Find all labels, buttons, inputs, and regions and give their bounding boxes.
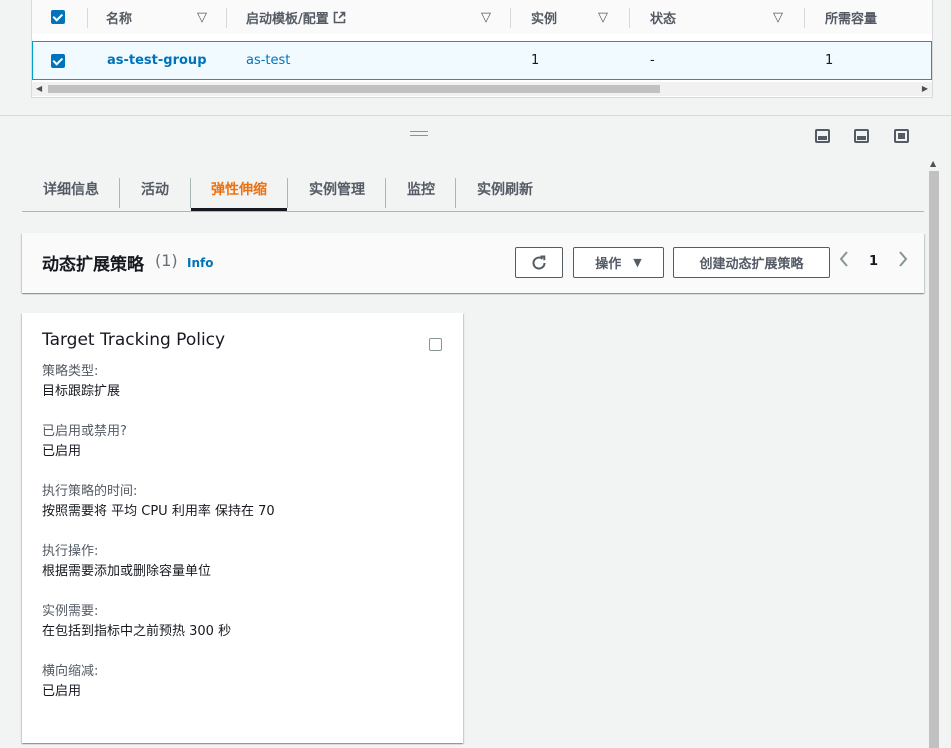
sort-icon[interactable]: ▽ — [773, 0, 783, 34]
tab-instance-management[interactable]: 实例管理 — [309, 166, 365, 211]
sort-icon[interactable]: ▽ — [598, 0, 608, 34]
tab-details[interactable]: 详细信息 — [43, 166, 99, 211]
tab-bar: 详细信息 活动 弹性伸缩 实例管理 监控 实例刷新 — [22, 166, 924, 212]
column-divider[interactable] — [804, 8, 805, 28]
field-value: 根据需要添加或删除容量单位 — [42, 564, 212, 579]
policy-name: Target Tracking Policy — [42, 330, 226, 350]
tab-divider — [287, 178, 288, 208]
resize-handle-icon[interactable] — [410, 131, 428, 136]
auto-scaling-groups-table-area: 名称 ▽ 启动模板/配置 ▽ 实例 ▽ 状态 ▽ 所需容量 as-test-gr… — [0, 0, 951, 115]
column-header-status[interactable]: 状态 — [650, 0, 676, 34]
column-header-label: 实例 — [531, 11, 558, 27]
policy-card: Target Tracking Policy 策略类型: 目标跟踪扩展 已启用或… — [22, 313, 463, 743]
column-header-desired-capacity[interactable]: 所需容量 — [825, 0, 877, 34]
tab-divider — [455, 178, 456, 208]
tab-divider — [190, 178, 191, 208]
column-header-label: 启动模板/配置 — [246, 11, 329, 27]
previous-page-icon[interactable] — [839, 251, 849, 272]
select-all-checkbox[interactable] — [51, 0, 65, 34]
actions-dropdown-button[interactable]: 操作 ▼ — [573, 247, 664, 278]
info-link[interactable]: Info — [187, 256, 213, 270]
desired-capacity-cell: 1 — [825, 53, 834, 68]
policy-select-checkbox[interactable] — [429, 336, 442, 355]
refresh-icon — [532, 255, 546, 270]
checkbox-unchecked-icon — [429, 338, 442, 351]
tab-monitoring[interactable]: 监控 — [407, 166, 435, 211]
column-divider[interactable] — [226, 8, 227, 28]
column-divider[interactable] — [629, 8, 630, 28]
field-instance-warmup: 实例需要: 在包括到指标中之前预热 300 秒 — [42, 602, 231, 642]
actions-label: 操作 — [595, 257, 622, 272]
panel-full-icon[interactable] — [894, 129, 909, 143]
status-cell: - — [650, 53, 655, 68]
scrollbar-thumb[interactable] — [929, 171, 939, 748]
tab-divider — [119, 178, 120, 208]
scroll-right-icon[interactable]: ▶ — [922, 84, 928, 93]
field-execute-when: 执行策略的时间: 按照需要将 平均 CPU 利用率 保持在 70 — [42, 482, 275, 522]
scroll-up-icon[interactable]: ▲ — [930, 159, 936, 168]
panel-bottom-icon[interactable] — [815, 129, 830, 143]
next-page-icon[interactable] — [898, 251, 908, 272]
field-value: 在包括到指标中之前预热 300 秒 — [42, 624, 232, 639]
tab-instance-refresh[interactable]: 实例刷新 — [477, 166, 533, 211]
tab-auto-scaling[interactable]: 弹性伸缩 — [211, 166, 267, 211]
column-header-label: 状态 — [650, 11, 677, 27]
panel-side-icon[interactable] — [854, 129, 869, 143]
column-header-launch-template[interactable]: 启动模板/配置 — [246, 0, 346, 34]
sort-icon[interactable]: ▽ — [481, 0, 491, 34]
field-enabled: 已启用或禁用? 已启用 — [42, 422, 127, 462]
field-label: 已启用或禁用? — [42, 424, 127, 439]
field-policy-type: 策略类型: 目标跟踪扩展 — [42, 362, 120, 402]
refresh-button[interactable] — [515, 247, 563, 278]
field-take-action: 执行操作: 根据需要添加或删除容量单位 — [42, 542, 211, 582]
field-value: 目标跟踪扩展 — [42, 384, 121, 399]
column-header-instances[interactable]: 实例 — [531, 0, 557, 34]
instances-cell: 1 — [531, 53, 540, 68]
split-panel: 详细信息 活动 弹性伸缩 实例管理 监控 实例刷新 动态扩展策略 (1) Inf… — [0, 115, 951, 748]
column-header-name[interactable]: 名称 — [106, 0, 132, 34]
sort-icon[interactable]: ▽ — [197, 0, 207, 34]
field-value: 已启用 — [42, 684, 82, 699]
row-checkbox[interactable] — [51, 42, 65, 79]
launch-template-link[interactable]: as-test — [246, 42, 290, 79]
caret-down-icon: ▼ — [633, 256, 642, 269]
current-page-number[interactable]: 1 — [869, 254, 878, 269]
field-label: 策略类型: — [42, 364, 99, 379]
scroll-left-icon[interactable]: ◀ — [36, 84, 42, 93]
column-divider[interactable] — [510, 8, 511, 28]
field-label: 执行操作: — [42, 544, 99, 559]
field-value: 按照需要将 平均 CPU 利用率 保持在 70 — [42, 504, 275, 519]
checkbox-checked-icon — [51, 10, 65, 24]
policy-count: (1) — [155, 251, 178, 270]
external-link-icon — [333, 11, 346, 23]
field-label: 横向缩减: — [42, 664, 99, 679]
section-title: 动态扩展策略 — [42, 255, 144, 275]
tab-activity[interactable]: 活动 — [141, 166, 169, 211]
create-dynamic-scaling-policy-button[interactable]: 创建动态扩展策略 — [673, 247, 830, 278]
scrollbar-thumb[interactable] — [48, 85, 660, 93]
auto-scaling-groups-table: 名称 ▽ 启动模板/配置 ▽ 实例 ▽ 状态 ▽ 所需容量 as-test-gr… — [31, 0, 933, 98]
dynamic-scaling-policies-header: 动态扩展策略 (1) Info 操作 ▼ 创建动态扩展策略 1 — [22, 233, 924, 293]
column-header-label: 所需容量 — [825, 11, 878, 27]
checkbox-checked-icon — [51, 53, 65, 68]
vertical-scrollbar[interactable]: ▲ — [928, 156, 940, 748]
field-scale-in: 横向缩减: 已启用 — [42, 662, 98, 702]
group-name-link[interactable]: as-test-group — [107, 42, 207, 79]
active-tab-indicator — [191, 208, 287, 211]
column-divider — [87, 8, 88, 28]
tab-divider — [385, 178, 386, 208]
horizontal-scrollbar[interactable]: ◀ ▶ — [32, 82, 932, 96]
table-header: 名称 ▽ 启动模板/配置 ▽ 实例 ▽ 状态 ▽ 所需容量 — [32, 0, 932, 34]
field-label: 执行策略的时间: — [42, 484, 138, 499]
table-row[interactable]: as-test-group as-test 1 - 1 — [32, 41, 932, 80]
field-value: 已启用 — [42, 444, 82, 459]
field-label: 实例需要: — [42, 604, 99, 619]
column-header-label: 名称 — [106, 11, 133, 27]
